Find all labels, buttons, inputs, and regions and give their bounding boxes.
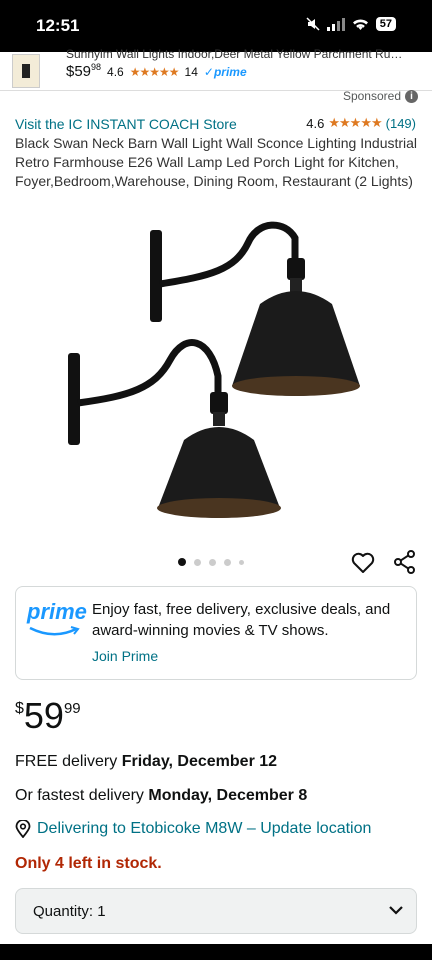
heart-icon[interactable]: [350, 550, 376, 576]
stock-status: Only 4 left in stock.: [15, 855, 162, 872]
carousel-dot[interactable]: [194, 558, 201, 566]
sponsored-product-row[interactable]: Sunnyim Wall Lights Indoor,Deer Metal Ye…: [0, 47, 432, 91]
signal-icon: [326, 17, 345, 31]
info-icon[interactable]: i: [405, 89, 418, 103]
quantity-select[interactable]: Quantity: 1: [15, 888, 417, 934]
status-icons: 57: [306, 17, 396, 31]
join-prime-link[interactable]: Join Prime: [92, 648, 158, 664]
lamp-back: [150, 221, 360, 396]
price: $ 59 99: [15, 696, 81, 736]
star-icons: ★★★★★: [328, 115, 382, 130]
product-image[interactable]: [60, 208, 380, 538]
deer-icon: [22, 64, 30, 78]
chevron-down-icon: [389, 906, 403, 915]
product-rating[interactable]: 4.6 ★★★★★ (149): [306, 115, 416, 131]
image-carousel-dots[interactable]: [178, 558, 244, 566]
fastest-delivery: Or fastest delivery Monday, December 8: [15, 787, 308, 804]
location-pin-icon: [15, 820, 31, 838]
prime-logo: prime: [27, 599, 87, 643]
status-time: 12:51: [36, 16, 80, 35]
battery-level: 57: [375, 17, 396, 31]
bottom-bar: [0, 944, 432, 960]
rating-count[interactable]: (149): [386, 116, 416, 131]
sticky-rating: 4.6: [107, 65, 124, 79]
rating-value: 4.6: [306, 115, 325, 131]
delivery-location[interactable]: Delivering to Etobicoke M8W – Update loc…: [15, 820, 371, 838]
sticky-price: $5998: [66, 62, 102, 80]
prime-promo-text: Enjoy fast, free delivery, exclusive dea…: [92, 601, 391, 639]
sticky-product-meta: $5998 4.6 ★★★★★ 14 ✓prime: [66, 62, 247, 80]
sticky-product-title[interactable]: Sunnyim Wall Lights Indoor,Deer Metal Ye…: [66, 47, 406, 61]
sticky-star-icons: ★★★★★: [129, 65, 180, 79]
share-icon[interactable]: [392, 549, 418, 575]
prime-promo-box: prime Enjoy fast, free delivery, exclusi…: [15, 586, 417, 680]
carousel-dot[interactable]: [209, 558, 216, 566]
prime-badge: ✓prime: [203, 65, 247, 79]
carousel-dot[interactable]: [239, 559, 244, 565]
carousel-dot[interactable]: [178, 558, 186, 566]
free-delivery: FREE delivery Friday, December 12: [15, 753, 278, 770]
wifi-icon: [352, 19, 368, 30]
store-link[interactable]: Visit the IC INSTANT COACH Store: [15, 116, 237, 132]
product-title: Black Swan Neck Barn Wall Light Wall Sco…: [15, 135, 418, 189]
product-thumbnail[interactable]: [12, 54, 40, 88]
price-fraction: 99: [63, 700, 81, 717]
price-whole: 59: [23, 695, 64, 736]
status-bar: 12:51 57: [0, 0, 432, 52]
sticky-review-count: 14: [184, 65, 198, 79]
quantity-label: Quantity: 1: [33, 903, 106, 920]
mute-icon: [306, 17, 320, 31]
price-symbol: $: [15, 700, 24, 717]
carousel-dot[interactable]: [224, 558, 231, 566]
smile-icon: [29, 626, 80, 636]
sponsored-label[interactable]: Sponsored i: [343, 89, 418, 103]
